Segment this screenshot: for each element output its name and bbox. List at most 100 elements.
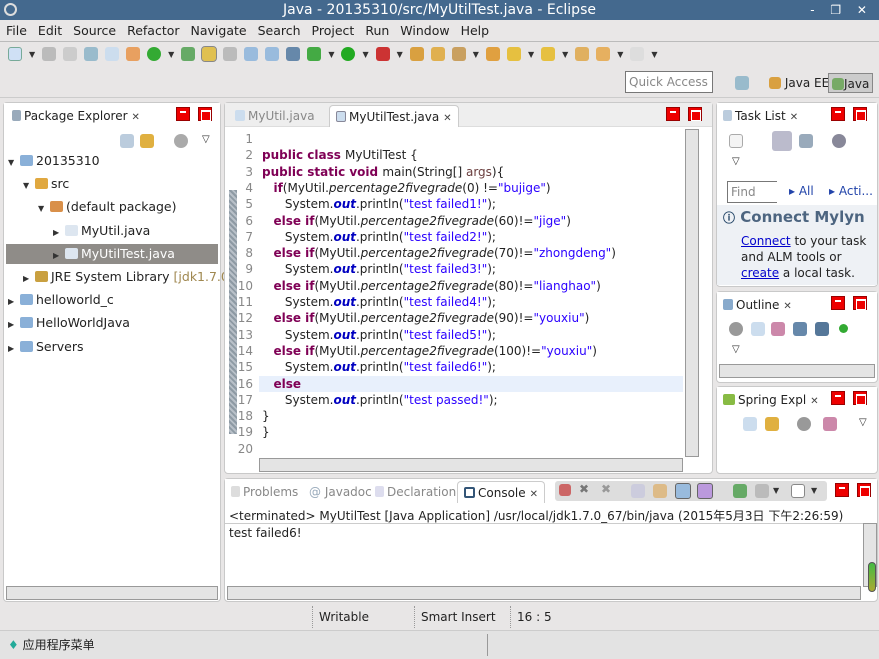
filter-icon[interactable] (832, 134, 846, 148)
previous-annotation-icon[interactable] (541, 47, 556, 61)
focus-icon[interactable] (729, 322, 743, 336)
view-menu-icon[interactable]: ▽ (202, 134, 210, 145)
filter-active-link[interactable]: ▸ Acti... (829, 184, 873, 198)
tree-item[interactable]: ▶ HelloWorldJava (8, 313, 130, 333)
maximize-button[interactable] (853, 391, 867, 405)
external-tools-icon[interactable] (375, 47, 390, 61)
window-controls[interactable]: - ❐ ✕ (810, 0, 873, 20)
tree-item[interactable]: ▼ (default package) (38, 197, 176, 217)
clear-console-icon[interactable] (631, 484, 645, 498)
perspective-java-ee[interactable]: Java EE (766, 73, 832, 93)
debug-icon[interactable] (307, 47, 322, 61)
close-icon[interactable]: ✕ (783, 301, 791, 312)
open-task-icon[interactable] (430, 47, 445, 61)
block-selection-icon[interactable] (244, 47, 259, 61)
new-package-icon[interactable] (126, 47, 141, 61)
minimize-button[interactable] (176, 107, 190, 121)
tab-task-list[interactable]: Task List ✕ (717, 105, 804, 127)
scheduled-icon[interactable] (799, 134, 813, 148)
horizontal-scrollbar[interactable] (6, 586, 218, 600)
next-annotation-icon[interactable] (506, 47, 521, 61)
collapsed-arrow-icon[interactable]: ▶ (8, 292, 20, 312)
open-console-icon[interactable] (791, 484, 805, 498)
open-perspective-icon[interactable] (735, 76, 749, 90)
search-icon[interactable] (451, 47, 466, 61)
tab-spring-explorer[interactable]: Spring Expl ✕ (717, 389, 825, 411)
view-menu-icon[interactable]: ▽ (732, 156, 740, 167)
link-with-editor-icon[interactable] (140, 134, 154, 148)
maximize-button[interactable] (857, 483, 871, 497)
build-icon[interactable] (105, 47, 120, 61)
tree-item[interactable]: ▶ helloworld_c (8, 290, 114, 310)
sort-icon[interactable] (823, 417, 837, 431)
tree-item[interactable]: ▶ Servers (8, 337, 84, 357)
open-type-icon[interactable] (181, 47, 196, 61)
maximize-button[interactable] (688, 107, 702, 121)
collapsed-arrow-icon[interactable]: ▶ (8, 339, 20, 359)
tree-item[interactable]: ▶ MyUtilTest.java (6, 243, 218, 264)
application-menu[interactable]: ♦ 应用程序菜单 (8, 636, 95, 653)
display-console-icon[interactable] (755, 484, 769, 498)
tree-item[interactable]: ▶ JRE System Library [jdk1.7.0_67] (23, 267, 256, 287)
maximize-button[interactable] (198, 107, 212, 121)
tab-declaration[interactable]: Declaration (369, 481, 462, 503)
tab-problems[interactable]: Problems (225, 481, 304, 503)
remove-all-icon[interactable]: ✖ (601, 482, 611, 496)
hide-static-icon[interactable] (815, 322, 829, 336)
back-icon[interactable] (596, 47, 611, 61)
close-icon[interactable]: ✕ (790, 112, 798, 123)
expanded-arrow-icon[interactable]: ▼ (8, 153, 20, 173)
link-with-editor-icon[interactable] (765, 417, 779, 431)
tab-javadoc[interactable]: @ Javadoc (303, 481, 378, 503)
minimize-button[interactable] (831, 391, 845, 405)
menu-run[interactable]: Run (365, 23, 389, 38)
collapse-all-icon[interactable] (751, 322, 765, 336)
menu-help[interactable]: Help (461, 23, 490, 38)
code-area[interactable]: 1 2 public class MyUtilTest {3 public stati… (225, 129, 683, 459)
console-output-area[interactable]: test failed6! (225, 523, 863, 587)
filter-icon[interactable] (797, 417, 811, 431)
close-icon[interactable]: ✕ (810, 396, 818, 407)
open-project-icon[interactable] (485, 47, 500, 61)
tree-item[interactable]: ▼ 20135310 (8, 151, 100, 171)
mark-occurrences-icon[interactable] (201, 46, 218, 62)
minimize-button[interactable] (831, 107, 845, 121)
toggle-breadcrumb-icon[interactable] (223, 47, 238, 61)
view-menu-icon[interactable]: ▽ (732, 344, 740, 355)
vertical-scrollbar[interactable] (685, 129, 699, 457)
menu-window[interactable]: Window (400, 23, 449, 38)
menu-project[interactable]: Project (312, 23, 355, 38)
menu-source[interactable]: Source (73, 23, 116, 38)
last-edit-icon[interactable] (575, 47, 590, 61)
filter-icon[interactable] (174, 134, 188, 148)
tab-myutil-java[interactable]: MyUtil.java (229, 105, 321, 127)
filter-all-link[interactable]: ▸ All (789, 184, 814, 198)
categorized-icon[interactable] (772, 131, 792, 151)
menu-file[interactable]: File (6, 23, 27, 38)
minimize-button[interactable] (666, 107, 680, 121)
scroll-lock-icon[interactable] (653, 484, 667, 498)
horizontal-scrollbar[interactable] (719, 364, 875, 378)
show-stderr-icon[interactable] (697, 483, 713, 499)
expanded-arrow-icon[interactable]: ▼ (38, 199, 50, 219)
show-whitespace-icon[interactable] (265, 47, 280, 61)
new-icon[interactable] (8, 47, 22, 61)
collapse-all-icon[interactable] (743, 417, 757, 431)
collapsed-arrow-icon[interactable]: ▶ (8, 315, 20, 335)
print-icon[interactable] (84, 47, 99, 61)
connect-link[interactable]: Connect (741, 234, 791, 248)
quick-access-input[interactable]: Quick Access (625, 71, 713, 93)
close-icon[interactable]: ✕ (132, 112, 140, 123)
close-icon[interactable]: ✕ (443, 113, 451, 124)
collapsed-arrow-icon[interactable]: ▶ (23, 269, 35, 289)
tab-package-explorer[interactable]: Package Explorer ✕ (6, 105, 146, 127)
menu-search[interactable]: Search (258, 23, 301, 38)
tab-console[interactable]: Console ✕ (457, 481, 546, 503)
show-stdout-icon[interactable] (675, 483, 691, 499)
close-icon[interactable]: ✕ (530, 489, 538, 500)
skip-breakpoints-icon[interactable] (286, 47, 301, 61)
create-link[interactable]: create (741, 266, 779, 280)
menu-refactor[interactable]: Refactor (127, 23, 179, 38)
minimize-button[interactable] (831, 296, 845, 310)
menu-edit[interactable]: Edit (38, 23, 62, 38)
